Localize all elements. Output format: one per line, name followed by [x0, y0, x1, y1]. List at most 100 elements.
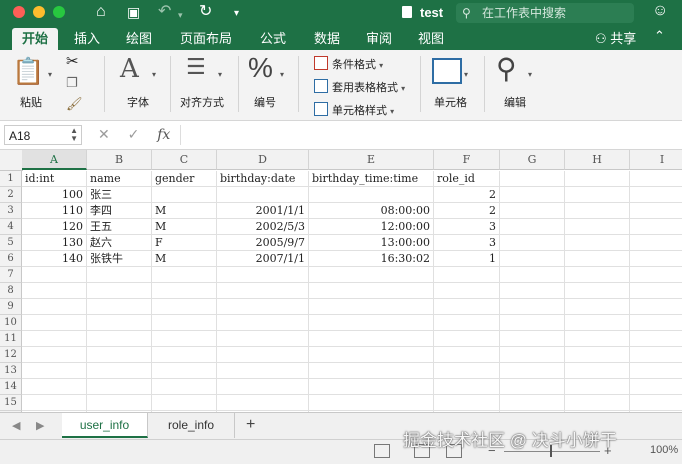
row-header-3[interactable]: 3: [0, 203, 22, 219]
maximize-window-button[interactable]: [53, 6, 65, 18]
editing-group[interactable]: ⚲ ▾ 编辑: [494, 50, 544, 120]
cell-e13[interactable]: [309, 363, 434, 379]
cell-h11[interactable]: [565, 331, 630, 347]
editing-dropdown-icon[interactable]: ▾: [528, 70, 532, 79]
cell-e10[interactable]: [309, 315, 434, 331]
collapse-ribbon-icon[interactable]: ⌃: [654, 28, 665, 44]
row-header-4[interactable]: 4: [0, 219, 22, 235]
confirm-edit-icon[interactable]: ✓: [128, 126, 140, 142]
cell-d7[interactable]: [217, 267, 309, 283]
cell-g5[interactable]: [500, 235, 565, 251]
cell-g3[interactable]: [500, 203, 565, 219]
cell-f1[interactable]: role_id: [434, 171, 500, 187]
cell-e9[interactable]: [309, 299, 434, 315]
cell-a14[interactable]: [22, 379, 87, 395]
cell-styles-button[interactable]: 单元格样式 ▾: [314, 102, 394, 118]
insert-function-icon[interactable]: fx: [157, 127, 170, 143]
cell-a7[interactable]: [22, 267, 87, 283]
copy-icon[interactable]: ❐: [66, 75, 78, 91]
column-header-a[interactable]: A: [22, 150, 87, 170]
cells-group[interactable]: ▾ 单元格: [426, 50, 480, 120]
cell-e14[interactable]: [309, 379, 434, 395]
cell-d14[interactable]: [217, 379, 309, 395]
cell-i7[interactable]: [630, 267, 682, 283]
sheet-tab-role-info[interactable]: role_info: [148, 413, 235, 438]
format-as-table-button[interactable]: 套用表格格式 ▾: [314, 79, 405, 95]
cell-a6[interactable]: 140: [22, 251, 87, 267]
cell-h9[interactable]: [565, 299, 630, 315]
cell-a15[interactable]: [22, 395, 87, 411]
cell-h12[interactable]: [565, 347, 630, 363]
undo-dropdown-icon[interactable]: ▾: [178, 6, 183, 24]
row-header-12[interactable]: 12: [0, 347, 22, 363]
cell-i13[interactable]: [630, 363, 682, 379]
cell-a1[interactable]: id:int: [22, 171, 87, 187]
cell-g1[interactable]: [500, 171, 565, 187]
cell-b4[interactable]: 王五: [87, 219, 152, 235]
column-header-d[interactable]: D: [217, 150, 309, 170]
close-window-button[interactable]: [13, 6, 25, 18]
redo-icon[interactable]: ↻: [199, 3, 212, 21]
cell-b12[interactable]: [87, 347, 152, 363]
cell-f5[interactable]: 3: [434, 235, 500, 251]
cell-a2[interactable]: 100: [22, 187, 87, 203]
row-header-13[interactable]: 13: [0, 363, 22, 379]
cell-h6[interactable]: [565, 251, 630, 267]
cell-i15[interactable]: [630, 395, 682, 411]
row-header-14[interactable]: 14: [0, 379, 22, 395]
cell-e4[interactable]: 12:00:00: [309, 219, 434, 235]
cut-icon[interactable]: ✂: [66, 52, 79, 70]
row-header-1[interactable]: 1: [0, 171, 22, 187]
cell-h15[interactable]: [565, 395, 630, 411]
next-sheet-icon[interactable]: ▶: [36, 419, 44, 432]
cell-c11[interactable]: [152, 331, 217, 347]
cell-c10[interactable]: [152, 315, 217, 331]
cell-b3[interactable]: 李四: [87, 203, 152, 219]
cell-g4[interactable]: [500, 219, 565, 235]
cell-b2[interactable]: 张三: [87, 187, 152, 203]
cell-i8[interactable]: [630, 283, 682, 299]
cell-d1[interactable]: birthday:date: [217, 171, 309, 187]
cell-d15[interactable]: [217, 395, 309, 411]
cell-h3[interactable]: [565, 203, 630, 219]
sheet-tab-user-info[interactable]: user_info: [62, 413, 148, 438]
row-header-5[interactable]: 5: [0, 235, 22, 251]
cell-d5[interactable]: 2005/9/7: [217, 235, 309, 251]
cell-b8[interactable]: [87, 283, 152, 299]
row-header-7[interactable]: 7: [0, 267, 22, 283]
cell-a8[interactable]: [22, 283, 87, 299]
cell-f8[interactable]: [434, 283, 500, 299]
cell-f7[interactable]: [434, 267, 500, 283]
share-button[interactable]: ⚇ 共享: [595, 28, 636, 47]
save-icon[interactable]: ▣: [127, 3, 140, 21]
tab-draw[interactable]: 绘图: [116, 28, 162, 50]
cell-c8[interactable]: [152, 283, 217, 299]
column-header-f[interactable]: F: [434, 150, 500, 170]
cell-e6[interactable]: 16:30:02: [309, 251, 434, 267]
cell-f4[interactable]: 3: [434, 219, 500, 235]
customize-toolbar-icon[interactable]: ▾: [234, 5, 239, 23]
number-group[interactable]: % ▾ 编号: [242, 50, 292, 120]
tab-page-layout[interactable]: 页面布局: [170, 28, 242, 50]
minimize-window-button[interactable]: [33, 6, 45, 18]
formula-input[interactable]: [180, 125, 679, 145]
cell-c4[interactable]: M: [152, 219, 217, 235]
cell-d13[interactable]: [217, 363, 309, 379]
tab-insert[interactable]: 插入: [64, 28, 110, 50]
cell-c14[interactable]: [152, 379, 217, 395]
prev-sheet-icon[interactable]: ◀: [12, 419, 20, 432]
cell-a10[interactable]: [22, 315, 87, 331]
cell-i6[interactable]: [630, 251, 682, 267]
cell-g14[interactable]: [500, 379, 565, 395]
column-header-c[interactable]: C: [152, 150, 217, 170]
conditional-format-button[interactable]: 条件格式 ▾: [314, 56, 383, 72]
cell-a5[interactable]: 130: [22, 235, 87, 251]
cell-b15[interactable]: [87, 395, 152, 411]
cell-h4[interactable]: [565, 219, 630, 235]
cell-i1[interactable]: [630, 171, 682, 187]
cell-c9[interactable]: [152, 299, 217, 315]
cell-f14[interactable]: [434, 379, 500, 395]
cell-d8[interactable]: [217, 283, 309, 299]
cell-c6[interactable]: M: [152, 251, 217, 267]
cell-d10[interactable]: [217, 315, 309, 331]
